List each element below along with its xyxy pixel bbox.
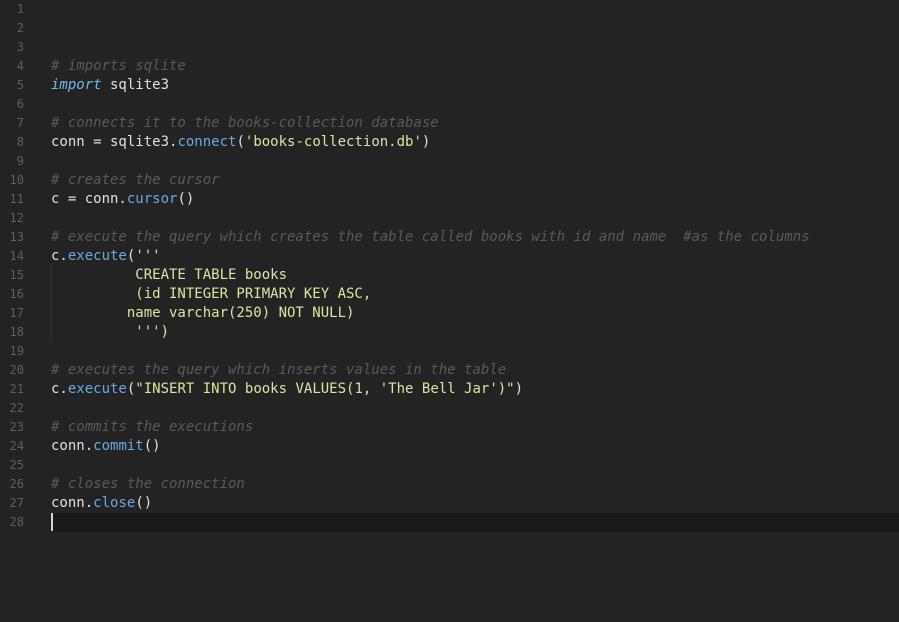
code-token: conn.: [51, 438, 94, 454]
code-token: # imports sqlite: [51, 58, 186, 74]
code-token: cursor: [126, 191, 178, 207]
line-number: 10: [9, 173, 24, 187]
line-number: 9: [16, 154, 24, 168]
code-token: # executes the query which inserts value…: [51, 362, 507, 378]
code-token: (: [236, 134, 245, 150]
code-area[interactable]: # imports sqlite import sqlite3 # connects…: [51, 0, 899, 622]
code-line[interactable]: CREATE TABLE books: [51, 266, 287, 285]
code-token: 'books-collection.db': [244, 134, 422, 150]
line-number: 4: [16, 59, 24, 73]
code-line[interactable]: # connects it to the books-collection da…: [51, 114, 439, 133]
code-token: connect: [177, 134, 237, 150]
line-number: 5: [16, 78, 24, 92]
line-number: 12: [9, 211, 24, 225]
line-number: 17: [9, 306, 24, 320]
line-number: 22: [9, 401, 24, 415]
code-line[interactable]: (id INTEGER PRIMARY KEY ASC,: [51, 285, 371, 304]
line-number: 2: [16, 21, 24, 35]
line-number: 7: [16, 116, 24, 130]
code-line[interactable]: c.execute(''': [51, 247, 161, 266]
code-token: # execute the query which creates the ta…: [51, 229, 810, 245]
code-token: (id INTEGER PRIMARY KEY ASC,: [51, 286, 372, 302]
line-number: 27: [9, 496, 24, 510]
code-token: name varchar(250) NOT NULL): [51, 305, 355, 321]
code-line[interactable]: conn = sqlite3.connect('books-collection…: [51, 133, 430, 152]
line-number: 15: [9, 268, 24, 282]
code-line[interactable]: c = conn.cursor(): [51, 190, 194, 209]
code-line[interactable]: c.execute("INSERT INTO books VALUES(1, '…: [51, 380, 523, 399]
code-token: # commits the executions: [51, 419, 254, 435]
code-token: (): [135, 495, 153, 511]
code-token: # closes the connection: [51, 476, 245, 492]
code-token: close: [93, 495, 136, 511]
code-line[interactable]: # execute the query which creates the ta…: [51, 228, 810, 247]
code-line[interactable]: # executes the query which inserts value…: [51, 361, 506, 380]
code-token: conn = sqlite3.: [51, 134, 178, 150]
line-number: 24: [9, 439, 24, 453]
line-number: 8: [16, 135, 24, 149]
code-token: ): [514, 381, 524, 397]
code-token: execute: [67, 381, 127, 397]
line-number: 20: [9, 363, 24, 377]
code-token: ): [421, 134, 431, 150]
code-token: execute: [67, 248, 127, 264]
code-line[interactable]: '''): [51, 323, 169, 342]
code-token: commit: [93, 438, 144, 454]
code-token: CREATE TABLE books: [51, 267, 288, 283]
line-number: 13: [9, 230, 24, 244]
line-number: 6: [16, 97, 24, 111]
line-number: 11: [9, 192, 24, 206]
code-line[interactable]: # commits the executions: [51, 418, 253, 437]
code-token: c.: [51, 381, 68, 397]
code-line[interactable]: name varchar(250) NOT NULL): [51, 304, 355, 323]
code-line[interactable]: conn.commit(): [51, 437, 161, 456]
code-editor[interactable]: 1 2 3 4 5 6 7 8 9 10 11 12 13 14 15 16 17 18 19 20 21 22 23 24 2…: [0, 0, 899, 622]
code-token: conn.: [51, 495, 94, 511]
code-token: (): [177, 191, 195, 207]
line-number: 21: [9, 382, 24, 396]
code-line[interactable]: # closes the connection: [51, 475, 245, 494]
line-number: 26: [9, 477, 24, 491]
code-line[interactable]: # imports sqlite: [51, 57, 186, 76]
code-token: '''): [51, 324, 170, 340]
line-number-gutter: 1 2 3 4 5 6 7 8 9 10 11 12 13 14 15 16 17 18 19 20 21 22 23 24 2…: [0, 0, 40, 622]
code-token: (): [143, 438, 161, 454]
code-token: # creates the cursor: [51, 172, 220, 188]
line-number: 16: [9, 287, 24, 301]
code-token: "INSERT INTO books VALUES(1, 'The Bell J…: [135, 381, 515, 397]
code-token: ''': [135, 248, 161, 264]
line-number: 14: [9, 249, 24, 263]
code-token: c = conn.: [51, 191, 127, 207]
line-number: 23: [9, 420, 24, 434]
line-number: 25: [9, 458, 24, 472]
line-number: 19: [9, 344, 24, 358]
code-token: import: [51, 77, 102, 93]
code-line[interactable]: # creates the cursor: [51, 171, 220, 190]
line-number: 18: [9, 325, 24, 339]
line-number: 3: [16, 40, 24, 54]
line-number: 1: [16, 2, 24, 16]
code-line[interactable]: import sqlite3: [51, 76, 169, 95]
line-number: 28: [9, 515, 24, 529]
code-token: # connects it to the books-collection da…: [51, 115, 439, 131]
code-line[interactable]: conn.close(): [51, 494, 152, 513]
code-token: c.: [51, 248, 68, 264]
code-token: sqlite3: [101, 77, 170, 93]
